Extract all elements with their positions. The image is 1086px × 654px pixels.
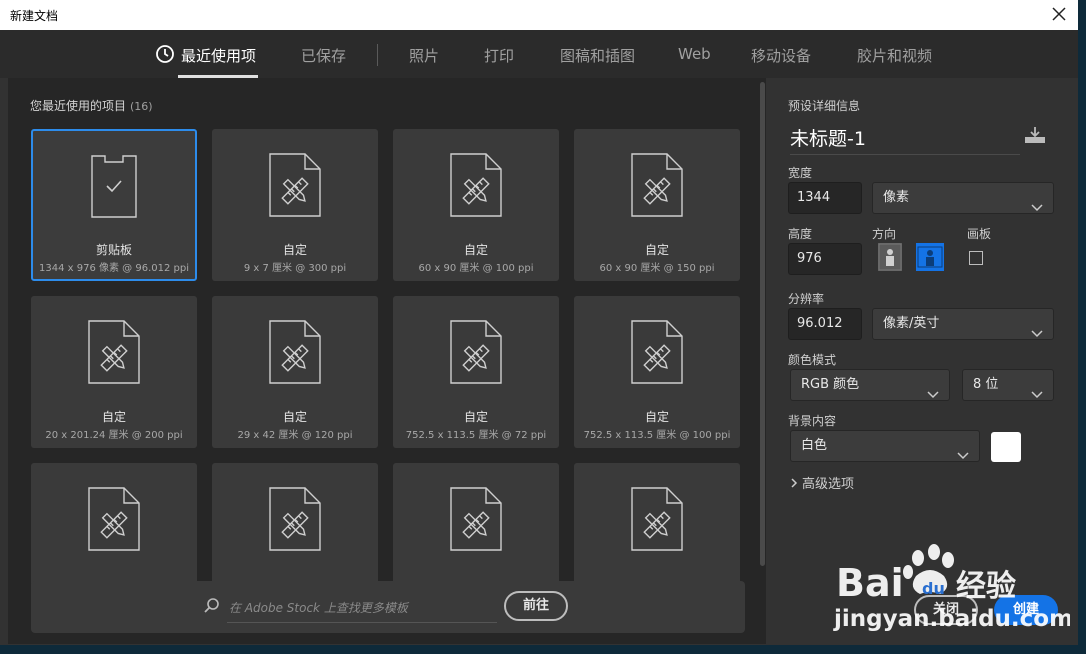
recent-panel: 您最近使用的项目 (16) 剪贴板 1344 x 976 像素 @ 96.012 p… [8, 78, 766, 644]
baidu-watermark: Bai du 经验 jingyan.baidu.com [830, 540, 1073, 640]
landscape-orientation-button[interactable] [916, 243, 944, 271]
go-button[interactable]: 前往 [504, 591, 568, 621]
artboard-label: 画板 [967, 227, 992, 241]
chevron-right-icon [790, 477, 798, 492]
stock-placeholder: 在 Adobe Stock 上查找更多模板 [229, 601, 408, 615]
background-select[interactable]: 白色 [790, 430, 980, 462]
tab-art-illustration[interactable]: 图稿和插图 [560, 45, 635, 66]
resolution-input[interactable]: 96.012 [788, 308, 862, 340]
recent-item-name: 自定 [101, 410, 126, 424]
clock-icon [155, 44, 175, 68]
scrollbar[interactable] [760, 82, 765, 566]
recent-title: 您最近使用的项目 [30, 99, 127, 113]
recent-item-desc: 29 x 42 厘米 @ 120 ppi [237, 430, 353, 441]
recent-item-card[interactable]: 剪贴板 1344 x 976 像素 @ 96.012 ppi [31, 129, 197, 281]
chevron-down-icon [1031, 194, 1043, 224]
recent-item-name: 自定 [463, 243, 488, 257]
recent-item-name: 自定 [463, 410, 488, 424]
watermark-brand-du: du [922, 579, 945, 598]
width-unit-value: 像素 [883, 190, 910, 205]
recent-item-card[interactable]: 自定 29 x 42 厘米 @ 120 ppi [212, 296, 378, 448]
watermark-brand-jingyan: 经验 [956, 569, 1016, 604]
preset-name-input[interactable]: 未标题-1 [790, 124, 1020, 155]
recent-item-card[interactable]: 自定 20 x 201.24 厘米 @ 200 ppi [31, 296, 197, 448]
recent-item-card[interactable]: 自定 60 x 90 厘米 @ 100 ppi [393, 129, 559, 281]
title-bar: 新建文档 [0, 0, 1078, 30]
resolution-unit-value: 像素/英寸 [883, 316, 940, 331]
recent-item-card[interactable]: 自定 9 x 7 厘米 @ 300 ppi [212, 129, 378, 281]
watermark-url: jingyan.baidu.com [833, 606, 1070, 632]
color-mode-select[interactable]: RGB 颜色 [790, 369, 950, 401]
advanced-options-label: 高级选项 [802, 477, 855, 492]
portrait-orientation-button[interactable] [878, 243, 902, 271]
resolution-label: 分辨率 [788, 292, 825, 306]
recent-count: (16) [130, 100, 153, 113]
artboard-checkbox[interactable] [969, 251, 983, 265]
background-value: 白色 [801, 438, 828, 453]
section-title: 您最近使用的项目 (16) [30, 97, 153, 114]
tab-film-video[interactable]: 胶片和视频 [857, 45, 932, 66]
tab-photo[interactable]: 照片 [409, 45, 439, 66]
orientation-label: 方向 [872, 227, 897, 241]
recent-item-name: 自定 [644, 243, 669, 257]
recent-item-card[interactable]: 自定 752.5 x 113.5 厘米 @ 100 ppi [574, 296, 740, 448]
recent-item-name: 自定 [644, 410, 669, 424]
tab-saved[interactable]: 已保存 [301, 45, 346, 66]
chevron-down-icon [1031, 320, 1043, 350]
color-mode-label: 颜色模式 [788, 353, 837, 367]
search-icon [203, 597, 221, 618]
tab-web[interactable]: Web [678, 45, 711, 63]
background-label: 背景内容 [788, 414, 837, 428]
chevron-down-icon [957, 442, 969, 472]
recent-item-desc: 60 x 90 厘米 @ 150 ppi [599, 263, 715, 274]
recent-item-desc: 752.5 x 113.5 厘米 @ 100 ppi [583, 430, 731, 441]
preset-section-title: 预设详细信息 [788, 99, 861, 113]
width-unit-select[interactable]: 像素 [872, 182, 1054, 214]
stock-search-bar: 在 Adobe Stock 上查找更多模板 前往 [31, 581, 745, 633]
recent-item-card[interactable]: 自定 752.5 x 113.5 厘米 @ 72 ppi [393, 296, 559, 448]
background-color-swatch[interactable] [991, 432, 1021, 462]
tab-recent[interactable]: 最近使用项 [181, 45, 256, 66]
bit-depth-select[interactable]: 8 位 [962, 369, 1054, 401]
tab-mobile[interactable]: 移动设备 [751, 45, 811, 66]
recent-item-desc: 752.5 x 113.5 厘米 @ 72 ppi [405, 430, 547, 441]
height-input[interactable]: 976 [788, 243, 862, 275]
chevron-down-icon [1031, 381, 1043, 411]
save-preset-icon[interactable] [1024, 126, 1046, 148]
recent-item-card[interactable]: 自定 60 x 90 厘米 @ 150 ppi [574, 129, 740, 281]
color-mode-value: RGB 颜色 [801, 377, 860, 392]
bit-depth-value: 8 位 [973, 377, 999, 392]
recent-item-desc: 9 x 7 厘米 @ 300 ppi [243, 263, 347, 274]
recent-item-name: 自定 [282, 410, 307, 424]
recent-item-desc: 20 x 201.24 厘米 @ 200 ppi [45, 430, 183, 441]
height-label: 高度 [788, 227, 813, 241]
tab-print[interactable]: 打印 [484, 45, 514, 66]
recent-item-desc: 1344 x 976 像素 @ 96.012 ppi [39, 263, 189, 274]
recent-item-name: 自定 [282, 243, 307, 257]
chevron-down-icon [927, 381, 939, 411]
close-icon[interactable] [1048, 3, 1070, 25]
stock-search-input[interactable]: 在 Adobe Stock 上查找更多模板 [204, 592, 497, 623]
width-label: 宽度 [788, 166, 813, 180]
recent-item-desc: 60 x 90 厘米 @ 100 ppi [418, 263, 534, 274]
resolution-unit-select[interactable]: 像素/英寸 [872, 308, 1054, 340]
width-input[interactable]: 1344 [788, 182, 862, 214]
window-title: 新建文档 [10, 9, 59, 23]
category-tabs: 最近使用项 已保存 照片 打印 图稿和插图 Web 移动设备 胶片和视频 [0, 30, 1078, 78]
recent-item-name: 剪贴板 [95, 243, 132, 257]
tab-divider [377, 44, 378, 66]
watermark-brand: Bai [836, 561, 904, 605]
advanced-options-toggle[interactable]: 高级选项 [790, 473, 854, 492]
